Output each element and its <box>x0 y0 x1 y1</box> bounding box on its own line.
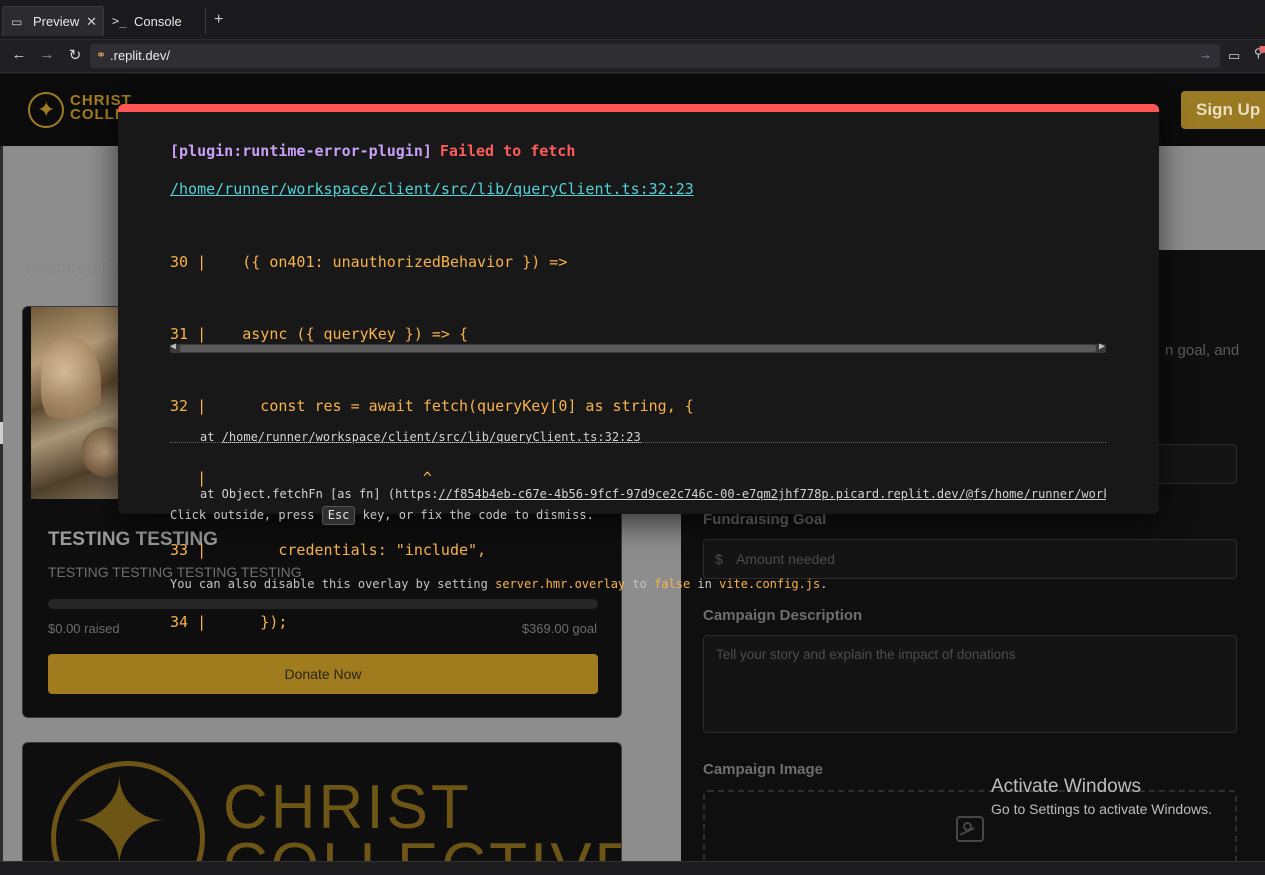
tab-bar: ▭ Preview ✕ >_ Console + <box>0 0 1265 40</box>
stack-line: at /home/runner/workspace/client/src/lib… <box>200 430 641 444</box>
tab-divider <box>205 8 206 34</box>
logo-icon[interactable] <box>28 92 64 128</box>
code-line: 31 | async ({ queryKey }) => { <box>170 325 469 343</box>
terminal-icon: >_ <box>112 14 127 28</box>
device-icon[interactable]: ▭ <box>1228 48 1240 64</box>
scroll-handle[interactable] <box>0 422 3 444</box>
activate-windows-watermark: Activate Windows Go to Settings to activ… <box>991 776 1212 817</box>
scroll-thumb[interactable] <box>180 345 1096 352</box>
go-arrow-icon[interactable]: → <box>1199 47 1212 62</box>
tab-label: Preview <box>33 14 80 29</box>
forward-icon[interactable]: → <box>38 46 56 63</box>
raised-amount: $0.00 raised <box>48 621 120 636</box>
scroll-right-icon[interactable]: ▶ <box>1099 341 1105 352</box>
dismiss-tip: Click outside, press Esc key, or fix the… <box>170 506 828 591</box>
code-scrollbar[interactable]: ◀ ▶ <box>170 341 1106 353</box>
plugin-name: [plugin:runtime-error-plugin] <box>170 142 432 160</box>
extension-icon[interactable]: ⚲ <box>1254 46 1265 62</box>
error-message: Failed to fetch <box>439 142 576 160</box>
error-file-link[interactable]: /home/runner/workspace/client/src/lib/qu… <box>170 180 694 198</box>
tab-console[interactable]: >_ Console <box>108 6 204 36</box>
runtime-error-overlay[interactable]: [plugin:runtime-error-plugin] Failed to f… <box>118 104 1159 631</box>
monitor-icon: ▭ <box>11 14 23 29</box>
scroll-left-icon[interactable]: ◀ <box>170 341 176 352</box>
form-intro-text: n goal, and <box>1165 342 1240 359</box>
image-label: Campaign Image <box>703 761 824 778</box>
url-text: .replit.dev/ <box>110 48 170 63</box>
reload-icon[interactable]: ↻ <box>66 46 84 64</box>
image-icon <box>956 816 984 842</box>
new-tab-button[interactable]: + <box>214 11 223 29</box>
url-field[interactable]: ⚭ .replit.dev/ → <box>90 44 1220 68</box>
campaign-card-2[interactable]: ✦ CHRIST COLLECTIVE <box>22 742 622 861</box>
error-header: [plugin:runtime-error-plugin] Failed to f… <box>170 142 575 160</box>
address-bar-row: ← → ↻ ⚭ .replit.dev/ → ▭ ⚲ <box>0 40 1265 73</box>
tab-preview[interactable]: ▭ Preview ✕ <box>2 6 104 36</box>
divider <box>170 442 1106 443</box>
back-icon[interactable]: ← <box>10 46 28 63</box>
star-icon: ✦ <box>69 756 170 861</box>
big-logo-text: CHRIST COLLECTIVE <box>223 773 621 862</box>
close-icon[interactable]: ✕ <box>86 14 97 30</box>
esc-key: Esc <box>321 506 356 525</box>
code-line: 30 | ({ on401: unauthorizedBehavior }) =… <box>170 253 568 271</box>
status-strip <box>0 861 1265 875</box>
tab-label: Console <box>134 13 182 29</box>
signup-button[interactable]: Sign Up <box>1181 91 1265 129</box>
link-icon: ⚭ <box>96 48 107 62</box>
